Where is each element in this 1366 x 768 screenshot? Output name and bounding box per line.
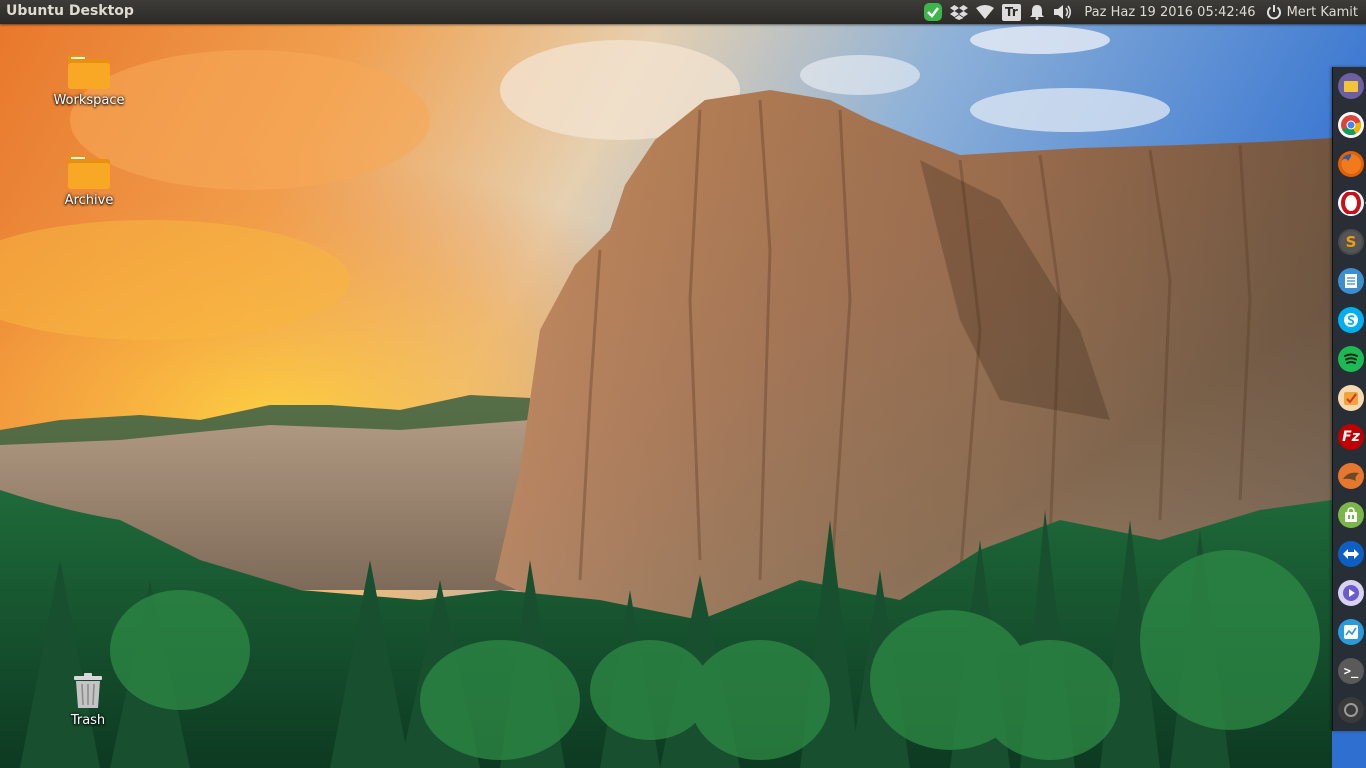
launcher-spotify[interactable]: [1338, 346, 1364, 372]
checkmark-icon[interactable]: [920, 0, 946, 24]
firefox-icon: [1341, 153, 1362, 174]
text-editor-icon: [1345, 274, 1357, 288]
system-tray: Tr Paz Haz 19 2016 05:42:46 Mert Kamit: [920, 0, 1366, 24]
keyboard-layout-label: Tr: [1001, 3, 1021, 21]
power-icon: [1266, 5, 1281, 20]
launcher-trash[interactable]: [1338, 697, 1364, 723]
launcher-todo[interactable]: [1338, 385, 1364, 411]
folder-icon: [44, 50, 134, 90]
launcher-system-monitor[interactable]: [1338, 619, 1364, 645]
system-monitor-icon: [1344, 625, 1358, 639]
window-title: Ubuntu Desktop: [6, 3, 134, 19]
terminal-icon: >_: [1343, 664, 1359, 678]
launcher-trash-icon: [1344, 703, 1358, 717]
folder-icon: [44, 150, 134, 190]
clock[interactable]: Paz Haz 19 2016 05:42:46: [1076, 5, 1265, 20]
top-panel: Ubuntu Desktop Tr Paz Haz 19 2016 05:42:…: [0, 0, 1366, 24]
launcher-teamviewer[interactable]: [1338, 541, 1364, 567]
user-menu[interactable]: Mert Kamit: [1266, 4, 1366, 20]
dropbox-icon[interactable]: [946, 0, 972, 24]
keyboard-layout-icon[interactable]: Tr: [998, 0, 1024, 24]
launcher-database-tool[interactable]: [1338, 463, 1364, 489]
chrome-icon: [1341, 115, 1362, 136]
sublime-text-icon: S: [1340, 231, 1362, 253]
skype-icon: [1344, 313, 1358, 327]
opera-icon: [1341, 192, 1361, 214]
launcher-filezilla[interactable]: Fz: [1338, 424, 1364, 450]
notification-bell-icon[interactable]: [1024, 0, 1050, 24]
launcher-text-editor[interactable]: [1338, 268, 1364, 294]
user-name: Mert Kamit: [1286, 4, 1358, 20]
launcher-terminal[interactable]: >_: [1338, 658, 1364, 684]
filezilla-icon: Fz: [1342, 429, 1360, 445]
launcher: S Fz >_: [1332, 67, 1366, 731]
desktop-icon-label: Workspace: [53, 93, 125, 108]
desktop-icon-trash[interactable]: Trash: [43, 670, 133, 728]
volume-icon[interactable]: [1050, 0, 1076, 24]
spotify-icon: [1344, 353, 1358, 364]
launcher-software-center[interactable]: [1338, 502, 1364, 528]
files-icon: [1344, 81, 1358, 92]
launcher-chrome[interactable]: [1338, 112, 1364, 138]
desktop-icon-workspace[interactable]: Workspace: [44, 50, 134, 108]
teamviewer-icon: [1343, 549, 1359, 559]
desktop-icon-label: Trash: [70, 713, 106, 728]
wifi-icon[interactable]: [972, 0, 998, 24]
desktop-icon-label: Archive: [64, 193, 114, 208]
launcher-skype[interactable]: [1338, 307, 1364, 333]
launcher-files[interactable]: [1338, 73, 1364, 99]
trash-icon: [43, 670, 133, 710]
desktop-icon-archive[interactable]: Archive: [44, 150, 134, 208]
software-center-icon: [1345, 507, 1357, 522]
launcher-firefox[interactable]: [1338, 151, 1364, 177]
desktop-wallpaper: [0, 0, 1366, 768]
launcher-opera[interactable]: [1338, 190, 1366, 216]
media-player-icon: [1343, 585, 1359, 601]
todo-icon: [1344, 392, 1358, 405]
launcher-sublime-text[interactable]: S: [1338, 229, 1364, 255]
database-tool-icon: [1343, 472, 1359, 481]
launcher-media-player[interactable]: [1338, 580, 1364, 606]
